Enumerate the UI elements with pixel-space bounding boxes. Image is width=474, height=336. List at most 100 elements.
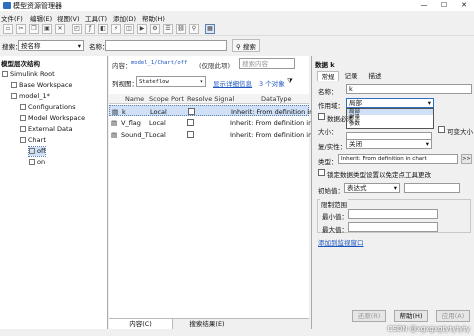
- menu-tools[interactable]: 工具(T): [85, 13, 107, 23]
- tree-item-label: Base Workspace: [19, 81, 73, 89]
- col-datatype[interactable]: DataType: [261, 95, 291, 103]
- sim-icon[interactable]: ▶: [137, 24, 147, 34]
- menu-edit[interactable]: 编辑(E): [30, 13, 52, 23]
- init-mode-select[interactable]: 表达式 ▾: [344, 183, 400, 193]
- type-label: 类型：: [318, 158, 338, 166]
- chevron-down-icon: ▾: [425, 140, 429, 148]
- delete-icon[interactable]: ✕: [55, 24, 65, 34]
- minimize-button[interactable]: —: [414, 0, 434, 11]
- search-by-select[interactable]: 按名称 ▾: [18, 40, 84, 51]
- menu-add[interactable]: 添加(D): [113, 13, 136, 23]
- tree-item-external-data[interactable]: External Data: [20, 125, 73, 134]
- datatype-assistant-button[interactable]: >>: [461, 154, 472, 164]
- resolve-signal-checkbox[interactable]: [187, 131, 194, 138]
- help-button[interactable]: 帮助(H): [394, 310, 428, 322]
- tab-description[interactable]: 描述: [364, 71, 386, 81]
- search-input[interactable]: [105, 40, 227, 51]
- tab-logging[interactable]: 记录: [340, 71, 362, 81]
- col-resolve-signal[interactable]: Resolve Signal: [187, 95, 234, 103]
- model-icon[interactable]: ◰: [72, 24, 82, 34]
- view-label: 列视图：: [112, 80, 138, 88]
- tree-item-model-workspace[interactable]: Model Workspace: [20, 114, 85, 123]
- search-by-value: 按名称: [21, 42, 41, 50]
- tree-item-base-workspace[interactable]: Base Workspace: [11, 81, 72, 90]
- column-view-value: Stateflow: [139, 79, 169, 85]
- tree-item-simulink-root[interactable]: Simulink Root: [2, 70, 55, 79]
- complexity-select[interactable]: 关闭 ▾: [346, 139, 432, 149]
- menu-view[interactable]: 视图(V): [57, 13, 80, 23]
- content-suffix: (仅限此项): [199, 62, 231, 70]
- init-label: 初始值：: [318, 187, 344, 195]
- tab-general[interactable]: 常规: [317, 71, 339, 81]
- config-icon[interactable]: ⚙: [150, 24, 160, 34]
- col-scope[interactable]: Scope: [149, 95, 169, 103]
- col-name[interactable]: Name: [125, 95, 144, 103]
- must-resolve-checkbox[interactable]: [318, 113, 325, 120]
- type-field[interactable]: Inherit: From definition in chart: [338, 154, 458, 164]
- min-field[interactable]: [348, 209, 438, 219]
- filter-icon[interactable]: ⧩: [287, 77, 293, 86]
- table-row[interactable]: ▤ k Local Inherit: From definition in: [109, 105, 313, 116]
- lock-type-checkbox[interactable]: [318, 169, 325, 176]
- resolve-signal-checkbox[interactable]: [187, 119, 194, 126]
- new-icon[interactable]: ▫: [3, 24, 13, 34]
- filter-icon[interactable]: ⚲: [189, 24, 199, 34]
- tree-item-configurations[interactable]: Configurations: [20, 103, 75, 112]
- row-name: V_flag: [121, 119, 141, 127]
- type-value: Inherit: From definition in chart: [341, 156, 427, 162]
- row-name: k: [122, 108, 126, 116]
- link-icon[interactable]: ⛓: [176, 24, 186, 34]
- menu-help[interactable]: 帮助(H): [142, 13, 165, 23]
- paste-icon[interactable]: ▣: [42, 24, 52, 34]
- scope-select[interactable]: 局部 ▾: [346, 98, 434, 108]
- tab-contents[interactable]: 内容(C): [109, 319, 173, 329]
- init-value-field[interactable]: [404, 183, 460, 193]
- chart-add-icon[interactable]: ◧: [98, 24, 108, 34]
- name-value: k: [349, 85, 353, 93]
- copy-icon[interactable]: ❐: [29, 24, 39, 34]
- fx-icon[interactable]: ƒ: [85, 24, 95, 34]
- data-add-icon[interactable]: ◫: [124, 24, 134, 34]
- menu-bar: 文件(F) 编辑(E) 视图(V) 工具(T) 添加(D) 帮助(H): [0, 12, 474, 23]
- window-title: 模型资源管理器: [13, 2, 62, 10]
- tree-item-label: model_1*: [19, 92, 50, 100]
- add-watch-link[interactable]: 添加到监视窗口: [318, 237, 364, 247]
- col-port[interactable]: Port: [171, 95, 184, 103]
- content-search-input[interactable]: 搜索内容: [239, 58, 295, 69]
- tree-item-chart[interactable]: Chart: [20, 136, 46, 145]
- must-resolve-label: 数据必须: [327, 115, 353, 123]
- grid-view-icon[interactable]: ▦: [205, 24, 215, 34]
- menu-file[interactable]: 文件(F): [1, 13, 23, 23]
- app-icon: [3, 2, 11, 9]
- state-icon: [29, 159, 35, 165]
- tree: Simulink Root Base Workspace model_1* Confi…: [0, 70, 107, 270]
- cut-icon[interactable]: ✂: [16, 24, 26, 34]
- table-row[interactable]: ▤ Sound_T Local Inherit: From definition…: [109, 129, 312, 140]
- tree-item-label: Chart: [28, 136, 46, 144]
- tab-search-results[interactable]: 搜索结果(E): [175, 319, 239, 329]
- hierarchy-icon[interactable]: ☰: [163, 24, 173, 34]
- content-path[interactable]: model_1/Chart/off: [131, 60, 187, 66]
- apply-button[interactable]: 应用(A): [436, 310, 470, 322]
- close-button[interactable]: ✕: [454, 0, 474, 11]
- binoculars-icon: ⚲: [236, 43, 241, 51]
- tree-item-label: Configurations: [28, 103, 76, 111]
- tree-item-model-1[interactable]: model_1*: [11, 92, 50, 101]
- data-icon: ▤: [111, 119, 118, 127]
- tree-item-on[interactable]: on: [29, 158, 45, 167]
- variable-size-checkbox[interactable]: [438, 126, 445, 133]
- column-view-select[interactable]: Stateflow ▾: [136, 76, 206, 87]
- name-field[interactable]: k: [346, 84, 472, 94]
- table-row[interactable]: ▤ V_flag Local Inherit: From definition …: [109, 117, 312, 128]
- lock-type-label: 锁定数据类型设置以免定点工具更改: [327, 171, 431, 179]
- object-count: 3 个对象: [259, 80, 285, 88]
- search-button[interactable]: ⚲ 搜索: [232, 39, 260, 52]
- revert-button[interactable]: 还原(R): [352, 310, 386, 322]
- maximize-button[interactable]: ☐: [434, 0, 454, 11]
- scope-option[interactable]: 参数: [347, 121, 433, 127]
- max-field[interactable]: [348, 222, 438, 232]
- event-icon[interactable]: ⚡: [111, 24, 121, 34]
- resolve-signal-checkbox[interactable]: [188, 108, 195, 115]
- tree-item-off[interactable]: off: [27, 146, 47, 157]
- show-details-link[interactable]: 显示详细信息: [213, 78, 252, 88]
